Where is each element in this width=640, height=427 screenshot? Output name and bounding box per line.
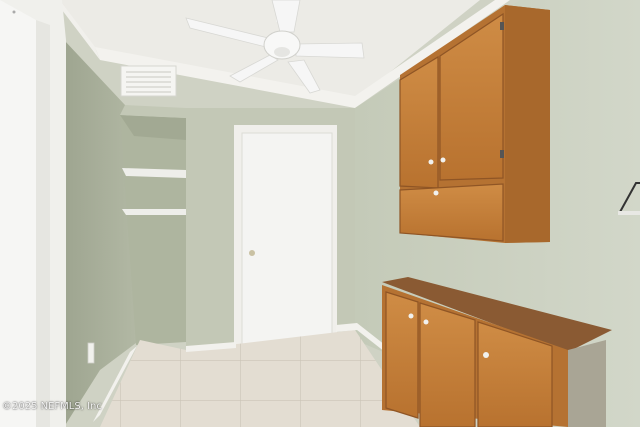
cabinet-knob xyxy=(440,157,446,163)
wall-outlet xyxy=(87,342,95,364)
hinge xyxy=(500,150,504,158)
cabinet-knob xyxy=(483,352,489,358)
hinge xyxy=(500,22,504,30)
interior-door xyxy=(234,125,337,349)
room-illustration xyxy=(0,0,640,427)
cabinet-knob xyxy=(408,313,414,319)
air-vent xyxy=(120,65,177,97)
lower-cabinet-door-1 xyxy=(385,291,419,419)
upper-cabinet-door-left xyxy=(399,55,439,189)
door-knob xyxy=(249,250,255,256)
fan-blade xyxy=(295,42,365,59)
cabinet-knob xyxy=(433,190,439,196)
upper-cabinet-drawer xyxy=(399,183,504,242)
cabinet-knob xyxy=(423,319,429,325)
closet-shelf-lower xyxy=(122,209,186,215)
cabinet-knob xyxy=(428,159,434,165)
room-photo: ©2025 NEFMLS, Inc xyxy=(0,0,640,427)
copyright-watermark: ©2025 NEFMLS, Inc xyxy=(2,401,102,412)
bifold-door-frame xyxy=(0,0,66,427)
